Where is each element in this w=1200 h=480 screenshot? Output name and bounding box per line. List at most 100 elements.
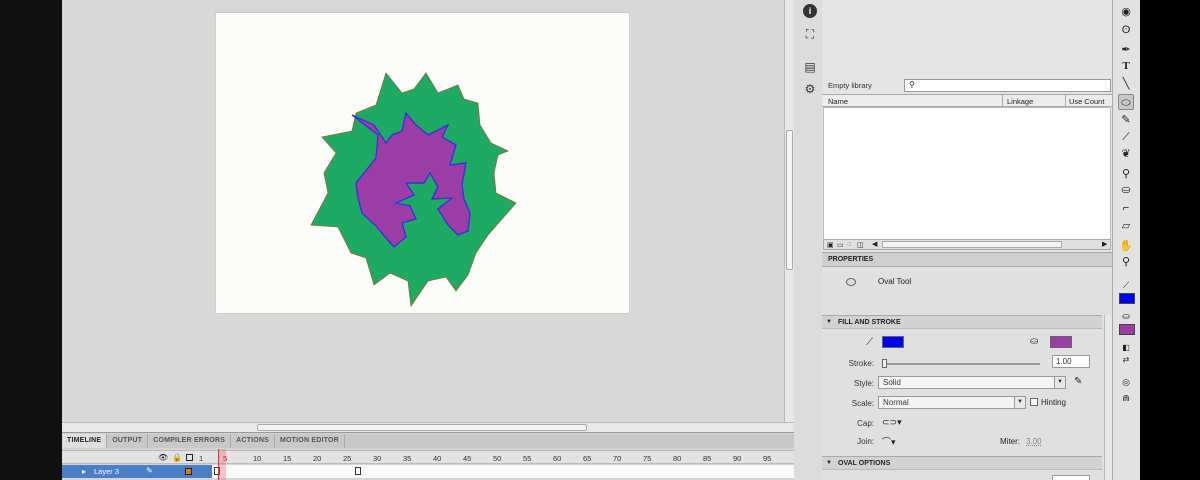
transform-icon[interactable]: ⛶	[803, 27, 817, 41]
scroll-right-icon[interactable]: ▶	[1102, 240, 1107, 248]
eye-icon[interactable]: 👁	[158, 453, 168, 462]
playhead[interactable]	[218, 449, 226, 480]
snap-to-objects-icon[interactable]: ⋒	[1118, 390, 1134, 406]
stroke-width-input[interactable]: 1.00	[1052, 355, 1090, 368]
line-icon[interactable]: ╲	[1118, 76, 1134, 92]
timeline-tabs: TIMELINE OUTPUT COMPILER ERRORS ACTIONS …	[62, 434, 794, 448]
fill-stroke-section-header[interactable]: ▼ FILL AND STROKE	[822, 315, 1102, 329]
timeline-panel: TIMELINE OUTPUT COMPILER ERRORS ACTIONS …	[62, 432, 794, 480]
join-style-icon[interactable]: ⌒▾	[882, 435, 896, 448]
layer-row[interactable]: Layer 3 ▸ ✎	[62, 465, 794, 478]
eyedropper-icon[interactable]: ⌐	[1118, 200, 1134, 216]
pencil-icon: ✎	[146, 466, 153, 475]
properties-icon[interactable]: ◌	[847, 241, 851, 248]
stage-vertical-scrollbar[interactable]	[784, 0, 794, 422]
toolbar-stroke-swatch[interactable]	[1119, 293, 1135, 304]
hinting-label: Hinting	[1041, 398, 1066, 407]
frame-number: 70	[613, 454, 622, 463]
pencil-icon[interactable]: ✎	[1118, 112, 1134, 128]
column-use-count[interactable]: Use Count	[1069, 97, 1104, 106]
brush-icon[interactable]: ⟋	[1118, 129, 1134, 145]
layer-outline-color-icon[interactable]	[185, 468, 192, 475]
toolbar-fill-swatch[interactable]	[1119, 324, 1135, 335]
tab-timeline[interactable]: TIMELINE	[62, 434, 108, 448]
stage[interactable]	[216, 13, 629, 313]
tools-panel: ◉ ʘ ✒ T ╲ ⬭ ✎ ⟋ ❦ ⚲ ⛀ ⌐ ▱ ✋ ⚲ ⟋ ⛀ ◧ ⇄ ◎ …	[1112, 0, 1140, 480]
right-black-border	[1140, 0, 1200, 480]
oval-icon[interactable]: ⬭	[1118, 94, 1134, 110]
stroke-slider[interactable]	[882, 359, 1040, 368]
frame-number: 25	[343, 454, 352, 463]
new-symbol-icon[interactable]: ▣	[827, 241, 834, 249]
properties-scrollbar[interactable]	[1104, 315, 1112, 480]
frame-number: 80	[673, 454, 682, 463]
delete-icon[interactable]: ◫	[857, 241, 864, 249]
components-icon[interactable]: ⚙	[803, 82, 817, 96]
cap-style-icon[interactable]: ⊂⊃▾	[882, 417, 902, 428]
tab-actions[interactable]: ACTIONS	[231, 434, 275, 448]
tab-motion-editor[interactable]: MOTION EDITOR	[275, 434, 345, 448]
stroke-color-swatch[interactable]	[882, 336, 904, 348]
timeline-frame-ruler[interactable]: 👁 🔒 1 5 10 15 20 25 30 35 40 45 50 55 60 65 70 75 80 85 90…	[62, 450, 794, 464]
library-hscroll-thumb[interactable]	[882, 241, 1062, 248]
pasteboard[interactable]	[62, 0, 784, 432]
column-name[interactable]: Name	[828, 97, 848, 106]
frame-number: 40	[433, 454, 442, 463]
pen-icon[interactable]: ✒	[1118, 42, 1134, 58]
horizontal-scroll-thumb[interactable]	[257, 424, 587, 431]
tab-properties[interactable]: PROPERTIES	[828, 256, 873, 263]
frame-number: 35	[403, 454, 412, 463]
hand-icon[interactable]: ✋	[1118, 238, 1134, 254]
collapse-arrow-icon: ▼	[826, 319, 832, 325]
frame-number: 10	[253, 454, 262, 463]
fill-color-swatch[interactable]	[1050, 336, 1072, 348]
oval-options-section-header[interactable]: ▼ OVAL OPTIONS	[822, 456, 1102, 470]
swap-colors-icon[interactable]: ⇄	[1118, 352, 1134, 368]
layer-icon: ▸	[82, 467, 87, 476]
eraser-icon[interactable]: ▱	[1118, 218, 1134, 234]
frame-number: 20	[313, 454, 322, 463]
3d-rotation-icon[interactable]: ◉	[1118, 4, 1134, 20]
zoom-icon[interactable]: ⚲	[1118, 254, 1134, 270]
object-drawing-icon[interactable]: ◎	[1118, 374, 1134, 390]
scale-label: Scale:	[851, 399, 874, 408]
green-burst-shape[interactable]	[310, 72, 517, 308]
frame-number: 95	[763, 454, 772, 463]
stroke-pencil-icon: ⟋	[866, 337, 873, 348]
outline-icon[interactable]	[186, 454, 193, 461]
text-icon[interactable]: T	[1118, 58, 1134, 74]
info-icon[interactable]: i	[803, 4, 817, 18]
style-dropdown[interactable]: Solid ▼	[878, 376, 1066, 389]
stage-horizontal-scrollbar[interactable]	[62, 422, 794, 432]
frame-number: 85	[703, 454, 712, 463]
stage-artwork[interactable]	[216, 13, 629, 313]
library-panel: Empty library ⚲ Name Linkage Use Count ▣…	[822, 0, 1112, 252]
collapse-arrow-icon: ▼	[826, 460, 832, 466]
frame-number: 30	[373, 454, 382, 463]
scroll-left-icon[interactable]: ◀	[872, 240, 877, 248]
column-linkage[interactable]: Linkage	[1007, 97, 1033, 106]
edit-stroke-style-icon[interactable]: ✎	[1074, 376, 1082, 387]
vertical-scroll-thumb[interactable]	[786, 130, 793, 270]
properties-panel: PROPERTIES Oval Tool ▼ FILL AND STROKE ⟋…	[822, 252, 1112, 480]
tab-compiler-errors[interactable]: COMPILER ERRORS	[148, 434, 232, 448]
stroke-slider-thumb[interactable]	[882, 359, 887, 368]
new-folder-icon[interactable]: ▭	[837, 241, 844, 249]
start-angle-input[interactable]	[1052, 475, 1090, 480]
oval-options-title: OVAL OPTIONS	[838, 460, 891, 467]
library-search-input[interactable]: ⚲	[904, 79, 1111, 92]
deco-icon[interactable]: ❦	[1118, 146, 1134, 162]
miter-value[interactable]: 3.00	[1026, 437, 1042, 446]
align-icon[interactable]: ▤	[803, 60, 817, 74]
hinting-checkbox[interactable]	[1030, 398, 1038, 406]
cap-label: Cap:	[857, 419, 874, 428]
bone-icon[interactable]: ⚲	[1118, 166, 1134, 182]
frame-number: 90	[733, 454, 742, 463]
scale-dropdown[interactable]: Normal ▼	[878, 396, 1026, 409]
library-item-list[interactable]	[823, 107, 1111, 240]
keyframe-end[interactable]	[355, 467, 361, 475]
lock-icon[interactable]: 🔒	[172, 453, 182, 462]
lasso-icon[interactable]: ʘ	[1118, 22, 1134, 38]
paint-bucket-icon[interactable]: ⛀	[1118, 182, 1134, 198]
tab-output[interactable]: OUTPUT	[107, 434, 149, 448]
